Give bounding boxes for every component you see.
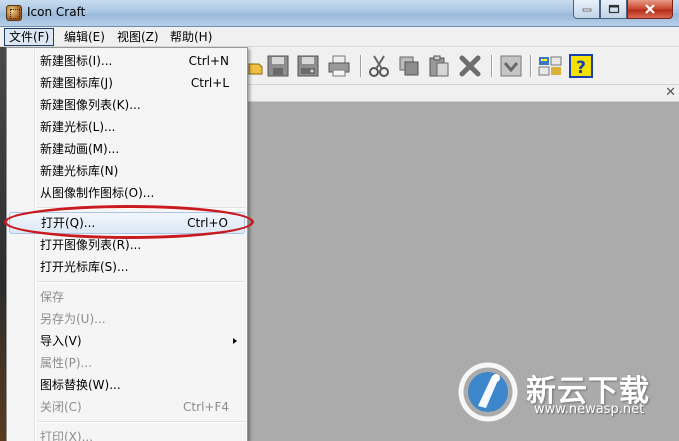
delete-button[interactable]: [458, 54, 482, 78]
svg-text:?: ?: [576, 58, 586, 78]
minimize-button[interactable]: [573, 0, 600, 19]
menu-separator: [37, 421, 245, 423]
app-icon[interactable]: [6, 5, 22, 21]
menu-view[interactable]: 视图(Z): [113, 28, 163, 46]
menu-item-new-cursor-library[interactable]: 新建光标库(N): [9, 160, 245, 182]
menu-item-save-as[interactable]: 另存为(U)...: [9, 308, 245, 330]
cut-button[interactable]: [367, 54, 391, 78]
menu-separator: [37, 281, 245, 283]
menu-item-new-animation[interactable]: 新建动画(M)...: [9, 138, 245, 160]
file-menu-dropdown: 新建图标(I)... Ctrl+N 新建图标库(J) Ctrl+L 新建图像列表…: [6, 47, 248, 441]
close-button[interactable]: [627, 0, 673, 19]
menu-file[interactable]: 文件(F): [4, 28, 55, 46]
close-icon: [645, 4, 655, 14]
menu-item-label: 另存为(U)...: [40, 312, 106, 326]
menu-item-shortcut: Ctrl+F4: [183, 400, 229, 414]
menu-item-open-cursor-library[interactable]: 打开光标库(S)...: [9, 256, 245, 278]
paste-icon: [429, 55, 449, 77]
menu-item-label: 新建动画(M)...: [40, 142, 120, 156]
menu-item-shortcut: Ctrl+N: [188, 54, 229, 68]
properties-icon: [538, 56, 562, 76]
submenu-arrow-icon: [233, 338, 237, 344]
menu-item-label: 新建光标库(N): [40, 164, 119, 178]
menu-item-label: 关闭(C): [40, 400, 82, 414]
save-button[interactable]: [266, 54, 290, 78]
menu-item-label: 新建光标(L)...: [40, 120, 116, 134]
toolbar-separator: [360, 55, 362, 77]
cut-icon: [369, 55, 389, 77]
menu-item-properties[interactable]: 属性(P)...: [9, 352, 245, 374]
minimize-icon: [582, 8, 591, 12]
menu-help[interactable]: 帮助(H): [166, 28, 216, 46]
caption-buttons: [573, 0, 673, 19]
menu-item-label: 属性(P)...: [40, 356, 93, 370]
menu-item-label: 从图像制作图标(O)...: [40, 186, 155, 200]
copy-button[interactable]: [397, 54, 421, 78]
menu-bar: 文件(F) 编辑(E) 视图(Z) 帮助(H): [0, 27, 679, 47]
highlight-annotation-ring: [4, 205, 254, 239]
print-icon: [328, 55, 350, 77]
help-button[interactable]: ?: [569, 54, 593, 78]
menu-edit[interactable]: 编辑(E): [60, 28, 109, 46]
menu-item-label: 导入(V): [40, 334, 82, 348]
menu-item-label: 新建图标库(J): [40, 76, 113, 90]
menu-item-label: 打开光标库(S)...: [40, 260, 129, 274]
save-all-button[interactable]: [296, 54, 320, 78]
paste-button[interactable]: [427, 54, 451, 78]
watermark-url: www.newasp.net: [534, 402, 645, 417]
title-bar[interactable]: Icon Craft: [0, 0, 679, 27]
menu-item-save[interactable]: 保存: [9, 286, 245, 308]
toolbar-separator: [530, 55, 532, 77]
maximize-icon: [608, 4, 619, 14]
copy-icon: [399, 56, 419, 76]
toolbar-separator: [491, 55, 493, 77]
menu-item-label: 新建图像列表(K)...: [40, 98, 141, 112]
menu-item-new-cursor[interactable]: 新建光标(L)...: [9, 116, 245, 138]
menu-item-close[interactable]: 关闭(C) Ctrl+F4: [9, 396, 245, 418]
menu-item-label: 新建图标(I)...: [40, 54, 113, 68]
help-icon: ?: [569, 54, 593, 78]
window-title: Icon Craft: [27, 5, 86, 19]
menu-item-icon-replace[interactable]: 图标替换(W)...: [9, 374, 245, 396]
save-all-icon: [297, 55, 319, 77]
delete-icon: [459, 55, 481, 77]
menu-item-label: 打印(X)...: [40, 430, 94, 441]
save-icon: [267, 55, 289, 77]
menu-item-shortcut: Ctrl+L: [190, 76, 229, 90]
menu-item-label: 图标替换(W)...: [40, 378, 121, 392]
menu-item-new-icon[interactable]: 新建图标(I)... Ctrl+N: [9, 50, 245, 72]
maximize-button[interactable]: [600, 0, 627, 19]
check-button[interactable]: [499, 54, 523, 78]
menu-item-label: 保存: [40, 290, 65, 304]
menu-item-icon-from-image[interactable]: 从图像制作图标(O)...: [9, 182, 245, 204]
menu-item-new-icon-library[interactable]: 新建图标库(J) Ctrl+L: [9, 72, 245, 94]
menu-item-import[interactable]: 导入(V): [9, 330, 245, 352]
menu-item-new-image-list[interactable]: 新建图像列表(K)...: [9, 94, 245, 116]
check-icon: [500, 55, 522, 77]
print-button[interactable]: [327, 54, 351, 78]
close-document-icon[interactable]: ✕: [665, 85, 676, 101]
menu-item-print[interactable]: 打印(X)...: [9, 426, 245, 441]
properties-button[interactable]: [538, 54, 562, 78]
watermark-logo-icon: [458, 362, 518, 422]
